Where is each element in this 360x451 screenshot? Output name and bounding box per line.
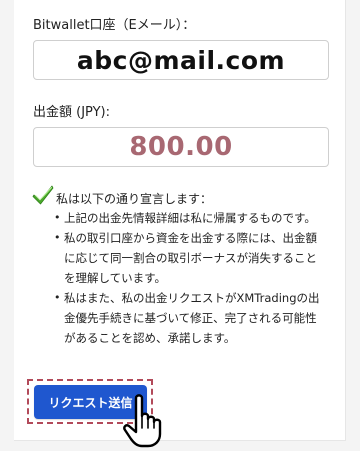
declaration-item: 上記の出金先情報詳細は私に帰属するものです。: [54, 208, 323, 228]
withdrawal-amount-field[interactable]: 800.00: [33, 127, 329, 167]
hand-pointer-icon: [123, 394, 162, 448]
wallet-email-value: abc@mail.com: [76, 45, 286, 75]
declaration-list: 上記の出金先情報詳細は私に帰属するものです。 私の取引口座から資金を出金する際に…: [54, 208, 323, 348]
declaration-item: 私の取引口座から資金を出金する際には、出金額に応じて同一割合の取引ボーナスが消失…: [54, 228, 323, 288]
declaration-title: 私は以下の通り宣言します：: [56, 192, 213, 206]
withdrawal-amount-value: 800.00: [129, 132, 233, 162]
withdrawal-form-page: Bitwallet口座（Eメール）： abc@mail.com 出金額 (JPY…: [0, 0, 360, 451]
wallet-account-label: Bitwallet口座（Eメール）：: [33, 18, 196, 33]
declaration-item: 私はまた、私の出金リクエストがXMTradingの出金優先手続きに基づいて修正、…: [54, 288, 323, 348]
wallet-email-field[interactable]: abc@mail.com: [33, 40, 329, 80]
withdrawal-amount-label: 出金額 (JPY):: [33, 105, 110, 120]
checkmark-icon[interactable]: [32, 183, 54, 205]
